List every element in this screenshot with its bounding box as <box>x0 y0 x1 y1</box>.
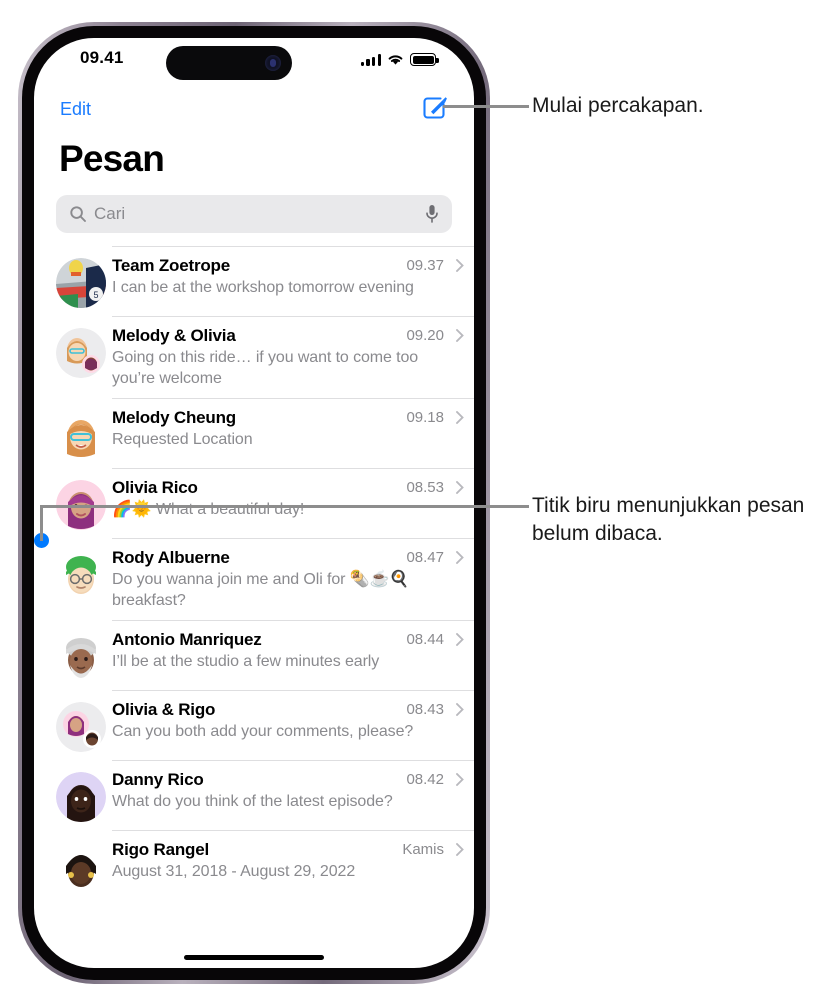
row-separator <box>112 538 474 539</box>
row-separator <box>112 398 474 399</box>
conversation-time: 08.53 <box>406 479 444 496</box>
chevron-right-icon <box>456 411 464 424</box>
compose-message-icon[interactable] <box>420 93 450 123</box>
conversation-preview: Going on this ride… if you want to come … <box>112 349 419 387</box>
conversation-list: 5 Team Zoetrope 09.37 I can be at the wo… <box>34 246 474 900</box>
conversation-time: 08.43 <box>406 701 444 718</box>
search-input[interactable]: Cari <box>56 195 452 233</box>
conversation-time: 09.20 <box>406 327 444 344</box>
conversation-time: 09.37 <box>406 257 444 274</box>
chevron-right-icon <box>456 703 464 716</box>
row-separator <box>112 246 474 247</box>
avatar <box>56 772 106 822</box>
dynamic-island <box>166 46 292 80</box>
row-body: Olivia Rico 08.53 🌈🌞 What a beautiful da… <box>112 477 474 529</box>
row-body: Rigo Rangel Kamis August 31, 2018 - Augu… <box>112 839 474 891</box>
conversation-time: 08.44 <box>406 631 444 648</box>
list-item[interactable]: Rigo Rangel Kamis August 31, 2018 - Augu… <box>34 830 474 900</box>
callout-label-unread: Titik biru menunjukkan pesan belum dibac… <box>532 494 805 545</box>
status-bar-time: 09.41 <box>80 48 124 67</box>
chevron-right-icon <box>456 551 464 564</box>
row-separator <box>112 620 474 621</box>
search-icon <box>69 205 87 223</box>
chevron-right-icon <box>456 259 464 272</box>
avatar <box>56 632 106 682</box>
row-separator <box>112 690 474 691</box>
row-body: Olivia & Rigo 08.43 Can you both add you… <box>112 699 474 751</box>
row-body: Melody Cheung 09.18 Requested Location <box>112 407 474 459</box>
conversation-time: 08.42 <box>406 771 444 788</box>
row-body: Team Zoetrope 09.37 I can be at the work… <box>112 255 474 307</box>
chevron-right-icon <box>456 773 464 786</box>
list-item[interactable]: 5 Team Zoetrope 09.37 I can be at the wo… <box>34 246 474 316</box>
list-item[interactable]: Melody & Olivia 09.20 Going on this ride… <box>34 316 474 398</box>
conversation-time: Kamis <box>402 841 444 858</box>
row-separator <box>112 760 474 761</box>
avatar <box>56 550 106 600</box>
status-bar-indicators <box>360 50 439 66</box>
row-separator <box>112 830 474 831</box>
row-separator <box>112 316 474 317</box>
conversation-time: 09.18 <box>406 409 444 426</box>
chevron-right-icon <box>456 481 464 494</box>
conversation-preview: Can you both add your comments, please? <box>112 723 414 740</box>
conversation-preview: August 31, 2018 - August 29, 2022 <box>112 863 356 880</box>
avatar <box>56 410 106 460</box>
front-camera-icon <box>265 55 281 71</box>
list-item[interactable]: Melody Cheung 09.18 Requested Location <box>34 398 474 468</box>
callout-line-unread-v <box>40 505 43 541</box>
avatar <box>56 328 106 378</box>
conversation-preview: I’ll be at the studio a few minutes earl… <box>112 653 380 670</box>
svg-text:5: 5 <box>93 290 98 300</box>
search-placeholder: Cari <box>94 204 126 223</box>
screenshot-root: 09.41 Edit Pesan Cari 5 Team Zoetrope 09… <box>0 0 830 998</box>
row-body: Danny Rico 08.42 What do you think of th… <box>112 769 474 821</box>
list-item[interactable]: Olivia & Rigo 08.43 Can you both add you… <box>34 690 474 760</box>
row-body: Rody Albuerne 08.47 Do you wanna join me… <box>112 547 474 611</box>
conversation-preview: I can be at the workshop tomorrow evenin… <box>112 279 414 296</box>
row-separator <box>112 468 474 469</box>
row-body: Antonio Manriquez 08.44 I’ll be at the s… <box>112 629 474 681</box>
avatar <box>56 702 106 752</box>
list-item[interactable]: Olivia Rico 08.53 🌈🌞 What a beautiful da… <box>34 468 474 538</box>
page-title: Pesan <box>59 138 165 179</box>
avatar <box>56 842 106 892</box>
conversation-preview: Requested Location <box>112 431 253 448</box>
home-indicator[interactable] <box>184 955 324 960</box>
callout-line-unread-h <box>40 505 529 508</box>
battery-full-icon <box>410 53 439 66</box>
conversation-preview: Do you wanna join me and Oli for 🌯☕️🍳 br… <box>112 571 410 609</box>
list-item[interactable]: Antonio Manriquez 08.44 I’ll be at the s… <box>34 620 474 690</box>
edit-button[interactable]: Edit <box>60 99 91 120</box>
list-item[interactable]: Danny Rico 08.42 What do you think of th… <box>34 760 474 830</box>
phone-screen: 09.41 Edit Pesan Cari 5 Team Zoetrope 09… <box>34 38 474 968</box>
status-bar: 09.41 <box>34 38 474 86</box>
cellular-bars-icon <box>360 53 381 66</box>
callout-line-compose <box>443 105 529 108</box>
navigation-bar: Edit <box>34 93 474 131</box>
chevron-right-icon <box>456 843 464 856</box>
wifi-icon <box>387 53 404 66</box>
microphone-icon[interactable] <box>425 204 439 224</box>
chevron-right-icon <box>456 633 464 646</box>
avatar: 5 <box>56 258 106 308</box>
conversation-time: 08.47 <box>406 549 444 566</box>
conversation-preview: What do you think of the latest episode? <box>112 793 393 810</box>
row-body: Melody & Olivia 09.20 Going on this ride… <box>112 325 474 389</box>
list-item[interactable]: Rody Albuerne 08.47 Do you wanna join me… <box>34 538 474 620</box>
callout-label-compose: Mulai percakapan. <box>532 94 704 117</box>
chevron-right-icon <box>456 329 464 342</box>
conversation-preview: 🌈🌞 What a beautiful day! <box>112 501 305 518</box>
